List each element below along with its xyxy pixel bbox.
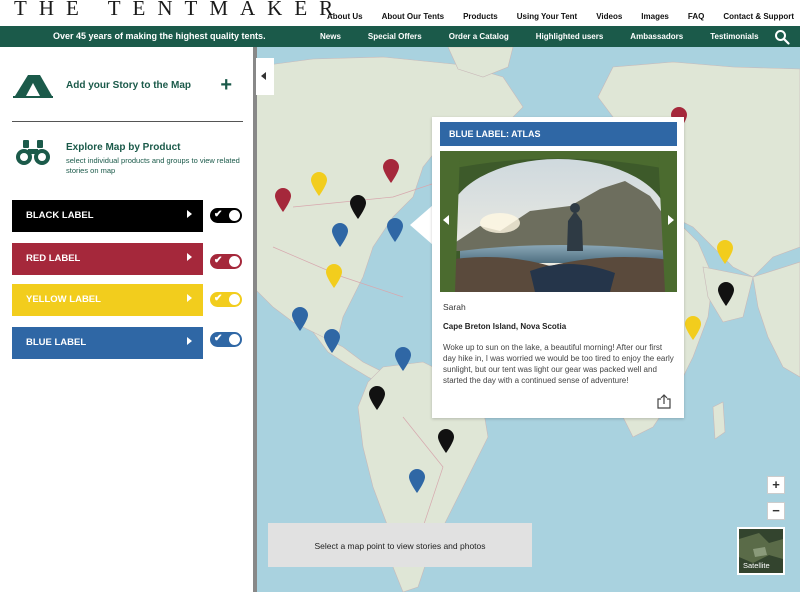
red-label-name: RED LABEL	[26, 253, 81, 264]
sub-nav-bar: Over 45 years of making the highest qual…	[0, 26, 800, 47]
map-pin-blue[interactable]	[408, 468, 426, 494]
blue-label-toggle[interactable]: ✔	[210, 332, 242, 347]
subnav-order-catalog[interactable]: Order a Catalog	[449, 32, 509, 41]
story-popup: BLUE LABEL: ATLAS Sarah Cape Breton Isla…	[432, 117, 684, 418]
map-pin-blue[interactable]	[386, 217, 404, 243]
toggle-knob	[229, 294, 240, 305]
map-info-text: Select a map point to view stories and p…	[314, 541, 486, 551]
tent-icon	[13, 75, 53, 98]
nav-contact-support[interactable]: Contact & Support	[723, 12, 794, 21]
next-photo-icon[interactable]	[668, 215, 674, 225]
subnav-highlighted-users[interactable]: Highlighted users	[536, 32, 604, 41]
previous-photo-icon[interactable]	[443, 215, 449, 225]
check-icon: ✔	[214, 209, 223, 220]
map-pin-black[interactable]	[437, 428, 455, 454]
add-story-label: Add your Story to the Map	[66, 80, 191, 91]
chevron-right-icon	[187, 253, 192, 261]
chevron-left-icon	[261, 72, 266, 80]
map-pin-blue[interactable]	[394, 346, 412, 372]
search-icon[interactable]	[774, 29, 790, 45]
story-text: Woke up to sun on the lake, a beautiful …	[443, 343, 674, 385]
check-icon: ✔	[214, 255, 223, 266]
sidebar: Add your Story to the Map + Explore Map …	[0, 47, 253, 592]
sub-nav: News Special Offers Order a Catalog High…	[320, 32, 786, 41]
map-pin-black[interactable]	[349, 194, 367, 220]
panel-divider	[253, 47, 257, 592]
satellite-label: Satellite	[743, 561, 770, 570]
map-pin-yellow[interactable]	[716, 239, 734, 265]
nav-images[interactable]: Images	[641, 12, 669, 21]
story-author: Sarah	[443, 302, 466, 312]
popup-header: BLUE LABEL: ATLAS	[440, 122, 677, 146]
check-icon: ✔	[214, 333, 223, 344]
binoculars-icon	[16, 140, 50, 165]
chevron-right-icon	[187, 337, 192, 345]
map-pin-black[interactable]	[368, 385, 386, 411]
tagline: Over 45 years of making the highest qual…	[53, 31, 266, 41]
chevron-right-icon	[187, 294, 192, 302]
toggle-knob	[229, 256, 240, 267]
toggle-knob	[229, 210, 240, 221]
satellite-toggle-button[interactable]: Satellite	[737, 527, 785, 575]
nav-about-us[interactable]: About Us	[327, 12, 363, 21]
subnav-special-offers[interactable]: Special Offers	[368, 32, 422, 41]
yellow-label-button[interactable]: YELLOW LABEL	[12, 284, 203, 316]
red-label-toggle[interactable]: ✔	[210, 254, 242, 269]
nav-products[interactable]: Products	[463, 12, 498, 21]
map-pin-red[interactable]	[274, 187, 292, 213]
subnav-testimonials[interactable]: Testimonials	[710, 32, 758, 41]
map-pin-yellow[interactable]	[310, 171, 328, 197]
map-pin-blue[interactable]	[291, 306, 309, 332]
map-pin-red[interactable]	[382, 158, 400, 184]
map-pin-yellow[interactable]	[684, 315, 702, 341]
yellow-label-toggle[interactable]: ✔	[210, 292, 242, 307]
black-label-name: BLACK LABEL	[26, 210, 94, 221]
story-location: Cape Breton Island, Nova Scotia	[443, 322, 567, 331]
map-pin-yellow[interactable]	[325, 263, 343, 289]
divider	[12, 121, 243, 122]
yellow-label-name: YELLOW LABEL	[26, 294, 101, 305]
top-nav: About Us About Our Tents Products Using …	[308, 12, 794, 21]
collapse-sidebar-button[interactable]	[256, 58, 274, 95]
toggle-knob	[229, 334, 240, 345]
zoom-in-button[interactable]: +	[767, 476, 785, 494]
story-photo	[440, 151, 677, 292]
share-icon[interactable]	[657, 394, 671, 409]
story-photo-image	[440, 151, 677, 292]
site-logo[interactable]: THE TENTMAKER	[14, 0, 345, 21]
check-icon: ✔	[214, 293, 223, 304]
blue-label-button[interactable]: BLUE LABEL	[12, 327, 203, 359]
map-info-box: Select a map point to view stories and p…	[268, 523, 532, 567]
map-pin-black[interactable]	[717, 281, 735, 307]
subnav-ambassadors[interactable]: Ambassadors	[630, 32, 683, 41]
explore-by-product: Explore Map by Product select individual…	[14, 137, 244, 177]
zoom-out-button[interactable]: −	[767, 502, 785, 520]
explore-title: Explore Map by Product	[66, 142, 181, 153]
blue-label-name: BLUE LABEL	[26, 337, 87, 348]
nav-about-our-tents[interactable]: About Our Tents	[382, 12, 445, 21]
nav-using-your-tent[interactable]: Using Your Tent	[517, 12, 577, 21]
chevron-right-icon	[187, 210, 192, 218]
explore-description: select individual products and groups to…	[66, 156, 240, 175]
add-story-button[interactable]: Add your Story to the Map +	[12, 69, 240, 105]
popup-title: BLUE LABEL: ATLAS	[449, 129, 541, 139]
popup-pointer	[410, 205, 433, 245]
subnav-news[interactable]: News	[320, 32, 341, 41]
plus-icon[interactable]: +	[220, 75, 232, 95]
nav-faq[interactable]: FAQ	[688, 12, 704, 21]
nav-videos[interactable]: Videos	[596, 12, 622, 21]
black-label-toggle[interactable]: ✔	[210, 208, 242, 223]
map-pin-blue[interactable]	[331, 222, 349, 248]
black-label-button[interactable]: BLACK LABEL	[12, 200, 203, 232]
red-label-button[interactable]: RED LABEL	[12, 243, 203, 275]
map-pin-blue[interactable]	[323, 328, 341, 354]
top-bar: THE TENTMAKER About Us About Our Tents P…	[0, 0, 800, 26]
